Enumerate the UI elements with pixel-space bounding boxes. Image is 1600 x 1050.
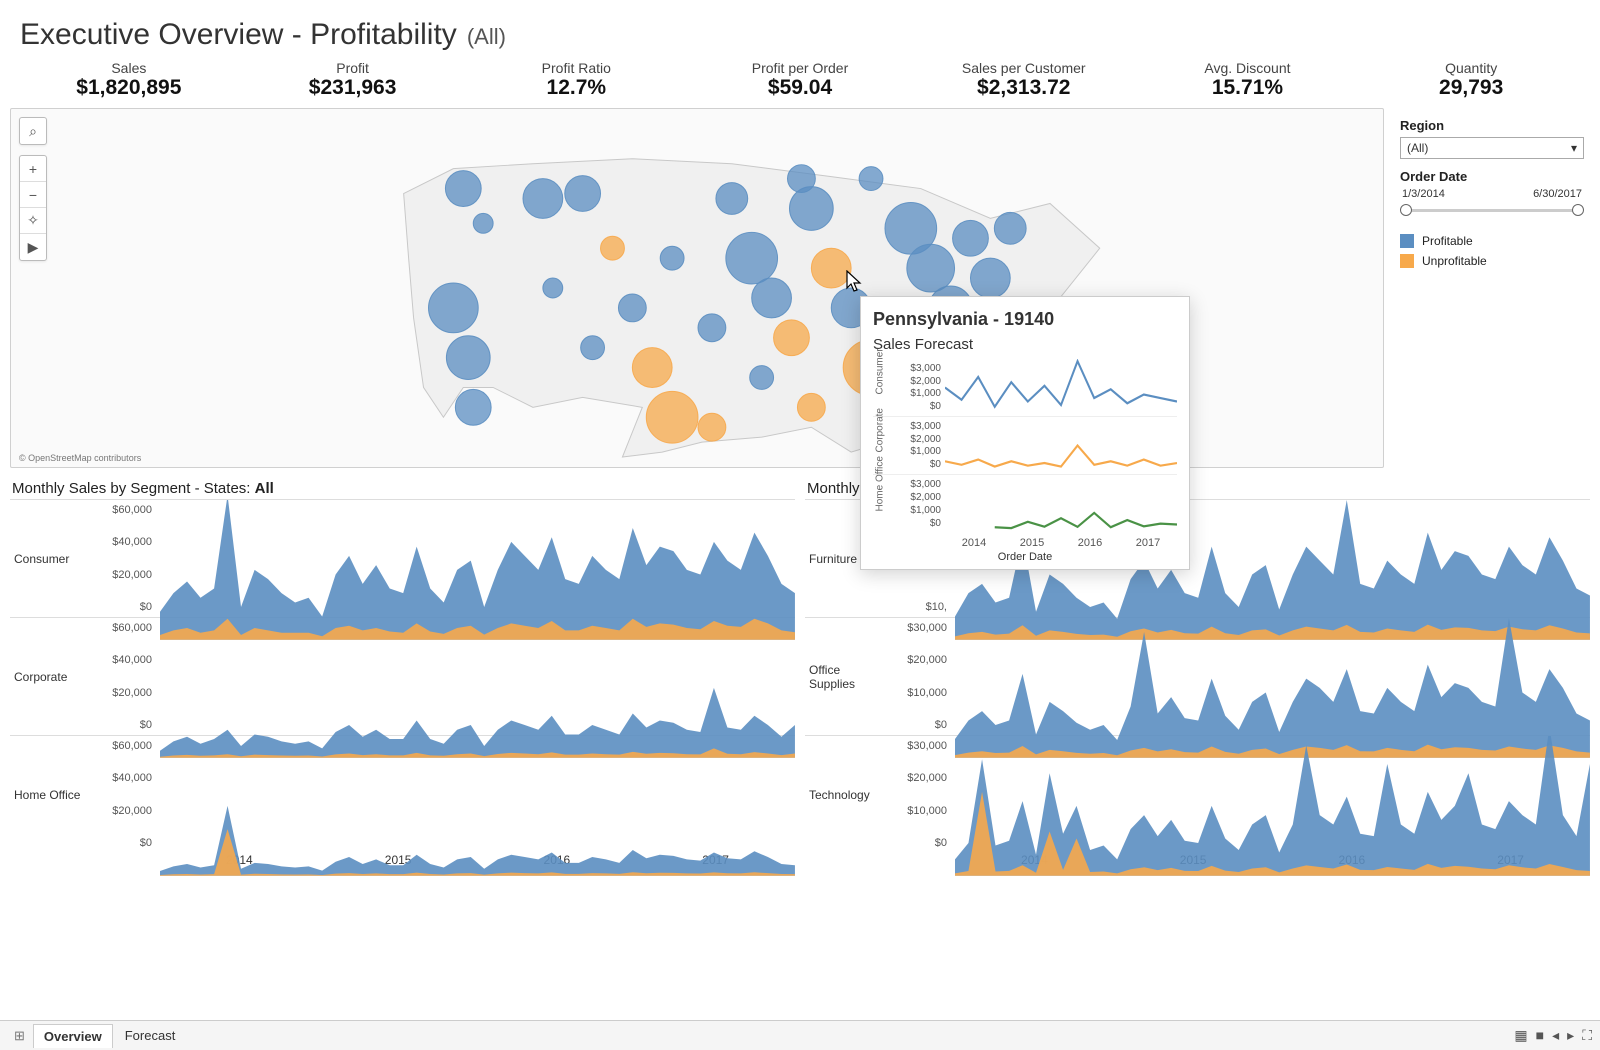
chart-row-home-office: Home Office$60,000$40,000$20,000$0	[10, 735, 795, 853]
footer-tabs: ⊞ Overview Forecast	[8, 1024, 185, 1048]
legend-unprofitable: Unprofitable	[1400, 254, 1584, 268]
tooltip-row-consumer: Consumer$3,000$2,000$1,000$0	[873, 359, 1177, 417]
prev-icon[interactable]: ◂	[1552, 1027, 1559, 1044]
page-title: Executive Overview - Profitability (All)	[0, 0, 1600, 60]
tooltip-xaxis: 2014201520162017	[873, 537, 1177, 549]
chart-row-corporate: Corporate$60,000$40,000$20,000$0	[10, 617, 795, 735]
area-chart[interactable]: $60,000$40,000$20,000$0	[88, 736, 795, 853]
kpi-sales-per-customer: Sales per Customer$2,313.72	[915, 60, 1133, 100]
segments-title: Monthly Sales by Segment - States: All	[12, 480, 795, 497]
area-chart[interactable]: $30,000$20,000$10,000$0	[883, 736, 1590, 853]
footer-icons: ▦ ■ ◂ ▸ ⛶	[1514, 1027, 1592, 1044]
kpi-sales: Sales$1,820,895	[20, 60, 238, 100]
row-label: Office Supplies	[805, 618, 883, 735]
list-view-icon[interactable]: ■	[1536, 1027, 1544, 1044]
map-play-button[interactable]: ▶	[20, 234, 46, 260]
tooltip-row-corporate: Corporate$3,000$2,000$1,000$0	[873, 417, 1177, 475]
map-attribution: © OpenStreetMap contributors	[19, 453, 141, 463]
map-zoom-in-button[interactable]: +	[20, 156, 46, 182]
kpi-quantity: Quantity29,793	[1362, 60, 1580, 100]
legend-profitable: Profitable	[1400, 234, 1584, 248]
kpi-avg-discount: Avg. Discount15.71%	[1139, 60, 1357, 100]
row-label: Home Office	[10, 736, 88, 853]
kpi-profit-per-order: Profit per Order$59.04	[691, 60, 909, 100]
filters-panel: Region (All) ▾ Order Date 1/3/2014 6/30/…	[1390, 108, 1590, 468]
order-date-label: Order Date	[1400, 169, 1584, 184]
kpi-row: Sales$1,820,895Profit$231,963Profit Rati…	[0, 60, 1600, 108]
region-select-value: (All)	[1407, 141, 1428, 155]
swatch-unprofitable-icon	[1400, 254, 1414, 268]
title-main: Executive Overview - Profitability	[20, 18, 457, 52]
segments-chart-column: Monthly Sales by Segment - States: All C…	[10, 474, 795, 867]
tab-overview[interactable]: Overview	[33, 1024, 113, 1048]
swatch-profitable-icon	[1400, 234, 1414, 248]
kpi-profit: Profit$231,963	[244, 60, 462, 100]
tooltip-xlabel: Order Date	[873, 551, 1177, 563]
chevron-down-icon: ▾	[1571, 141, 1577, 155]
kpi-profit-ratio: Profit Ratio12.7%	[467, 60, 685, 100]
tooltip-title: Pennsylvania - 19140	[873, 309, 1177, 330]
region-label: Region	[1400, 118, 1584, 133]
date-end: 6/30/2017	[1533, 188, 1582, 200]
tooltip-subtitle: Sales Forecast	[873, 336, 1177, 353]
map-toolbar-1: ⌕	[19, 117, 47, 145]
footer-bar: ⊞ Overview Forecast ▦ ■ ◂ ▸ ⛶	[0, 1020, 1600, 1050]
tooltip-row-home-office: Home Office$3,000$2,000$1,000$0	[873, 475, 1177, 533]
date-start: 1/3/2014	[1402, 188, 1445, 200]
map-tooltip: Pennsylvania - 19140 Sales Forecast Cons…	[860, 296, 1190, 570]
chart-row-technology: Technology$30,000$20,000$10,000$0	[805, 735, 1590, 853]
area-chart[interactable]: $60,000$40,000$20,000$0	[88, 500, 795, 617]
sheet-icon: ⊞	[8, 1028, 31, 1044]
area-chart[interactable]: $30,000$20,000$10,000$0	[883, 618, 1590, 735]
fullscreen-icon[interactable]: ⛶	[1582, 1027, 1592, 1044]
slider-end-knob[interactable]	[1572, 204, 1584, 216]
row-label: Technology	[805, 736, 883, 853]
next-icon[interactable]: ▸	[1567, 1027, 1574, 1044]
map-pin-button[interactable]: ✧	[20, 208, 46, 234]
map-zoom-out-button[interactable]: −	[20, 182, 46, 208]
tile-view-icon[interactable]: ▦	[1514, 1027, 1527, 1044]
slider-start-knob[interactable]	[1400, 204, 1412, 216]
region-select[interactable]: (All) ▾	[1400, 137, 1584, 159]
row-label: Corporate	[10, 618, 88, 735]
order-date-slider[interactable]: 1/3/2014 6/30/2017	[1400, 188, 1584, 228]
chart-row-consumer: Consumer$60,000$40,000$20,000$0	[10, 499, 795, 617]
area-chart[interactable]: $60,000$40,000$20,000$0	[88, 618, 795, 735]
tab-forecast[interactable]: Forecast	[115, 1024, 186, 1047]
map-search-button[interactable]: ⌕	[20, 118, 46, 144]
row-label: Consumer	[10, 500, 88, 617]
title-scope: (All)	[467, 24, 506, 50]
chart-row-office-supplies: Office Supplies$30,000$20,000$10,000$0	[805, 617, 1590, 735]
map-toolbar-2: + − ✧ ▶	[19, 155, 47, 261]
